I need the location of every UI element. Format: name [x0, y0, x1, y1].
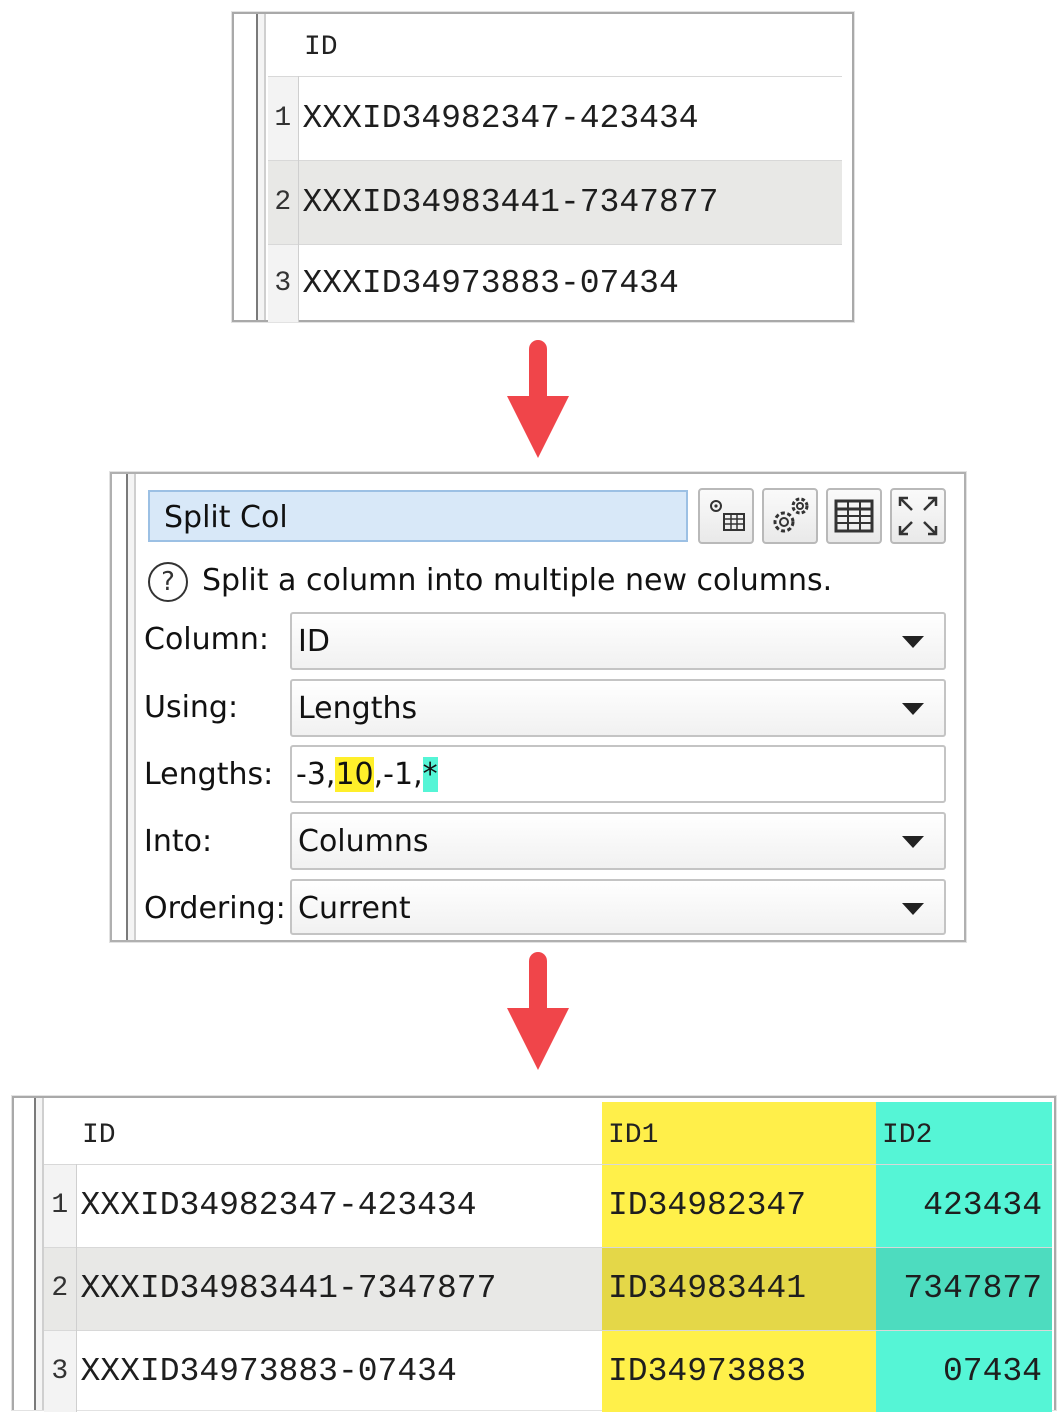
ordering-select-value: Current [298, 891, 411, 926]
table-row[interactable]: 3 XXXID34973883-07434 [268, 243, 842, 322]
cell-id2[interactable]: 423434 [876, 1163, 1052, 1247]
gears-icon [773, 497, 809, 533]
row-number: 3 [44, 1329, 77, 1412]
table-icon [834, 499, 874, 533]
ordering-select[interactable]: Current [290, 879, 946, 935]
dialog-title: Split Col [164, 500, 288, 535]
column-select[interactable]: ID [290, 612, 946, 670]
ordering-label: Ordering: [144, 891, 286, 926]
table-row[interactable]: 3 XXXID34973883-07434 ID34973883 07434 [44, 1329, 1052, 1412]
column-header-id[interactable]: ID [298, 14, 842, 76]
dropdown-caret-icon [902, 703, 924, 715]
cell-id[interactable]: XXXID34973883-07434 [76, 1329, 602, 1412]
dialog-title-field[interactable]: Split Col [148, 490, 688, 542]
lengths-part-highlight-yellow: 10 [335, 757, 374, 792]
table-row[interactable]: 1 XXXID34982347-423434 ID34982347 423434 [44, 1163, 1052, 1247]
table-row[interactable]: 2 XXXID34983441-7347877 [268, 159, 842, 244]
result-data-table: ID ID1 ID2 1 XXXID34982347-423434 ID3498… [44, 1102, 1052, 1412]
panel-edge [34, 1098, 44, 1410]
lengths-label: Lengths: [144, 757, 274, 792]
cell-id2[interactable]: 7347877 [876, 1246, 1052, 1330]
using-label: Using: [144, 690, 239, 725]
cell-id1[interactable]: ID34973883 [602, 1329, 876, 1412]
cell-id[interactable]: XXXID34982347-423434 [76, 1163, 602, 1247]
column-header-id2[interactable]: ID2 [876, 1102, 1052, 1164]
bottom-table-panel: ID ID1 ID2 1 XXXID34982347-423434 ID3498… [12, 1096, 1056, 1412]
using-select[interactable]: Lengths [290, 679, 946, 737]
lengths-part: ,-1, [373, 757, 423, 792]
lengths-part: -3, [296, 757, 336, 792]
column-header-id1[interactable]: ID1 [602, 1102, 876, 1164]
row-number: 1 [44, 1163, 77, 1247]
table-view-button[interactable] [826, 488, 882, 544]
using-select-value: Lengths [298, 691, 418, 726]
table-row[interactable]: 2 XXXID34983441-7347877 ID34983441 73478… [44, 1246, 1052, 1330]
cell-id[interactable]: XXXID34982347-423434 [298, 75, 842, 160]
table-header-row: ID [268, 14, 842, 76]
row-number: 2 [44, 1246, 77, 1330]
panel-edge [126, 474, 136, 940]
column-header-id[interactable]: ID [76, 1102, 602, 1164]
into-label: Into: [144, 824, 213, 859]
maximize-button[interactable] [890, 488, 946, 544]
into-select-value: Columns [298, 824, 429, 859]
lengths-part-highlight-cyan: * [422, 757, 438, 792]
cell-id[interactable]: XXXID34973883-07434 [298, 243, 842, 322]
table-row[interactable]: 1 XXXID34982347-423434 [268, 75, 842, 160]
settings-button[interactable] [762, 488, 818, 544]
cell-id[interactable]: XXXID34983441-7347877 [298, 159, 842, 244]
lengths-input[interactable]: -3,10,-1,* [290, 745, 946, 803]
into-select[interactable]: Columns [290, 812, 946, 870]
table-settings-icon [710, 500, 745, 531]
cell-id2[interactable]: 07434 [876, 1329, 1052, 1412]
dropdown-caret-icon [902, 636, 924, 648]
help-icon[interactable]: ? [148, 562, 188, 602]
down-arrow-icon [507, 340, 569, 458]
panel-edge [256, 14, 266, 320]
row-number: 1 [268, 75, 299, 160]
dropdown-caret-icon [902, 836, 924, 848]
dialog-description: Split a column into multiple new columns… [202, 563, 833, 598]
cell-id1[interactable]: ID34983441 [602, 1246, 876, 1330]
table-header-row: ID ID1 ID2 [44, 1102, 1052, 1164]
cell-id1[interactable]: ID34982347 [602, 1163, 876, 1247]
expand-icon [898, 496, 938, 536]
row-number: 3 [268, 243, 299, 322]
row-number: 2 [268, 159, 299, 244]
cell-id[interactable]: XXXID34983441-7347877 [76, 1246, 602, 1330]
down-arrow-icon [507, 952, 569, 1070]
table-settings-button[interactable] [698, 488, 754, 544]
column-select-value: ID [298, 624, 330, 659]
column-label: Column: [144, 622, 269, 657]
top-data-table: ID 1 XXXID34982347-423434 2 XXXID3498344… [268, 14, 842, 322]
top-table-panel: ID 1 XXXID34982347-423434 2 XXXID3498344… [232, 12, 854, 322]
dropdown-caret-icon [902, 903, 924, 915]
